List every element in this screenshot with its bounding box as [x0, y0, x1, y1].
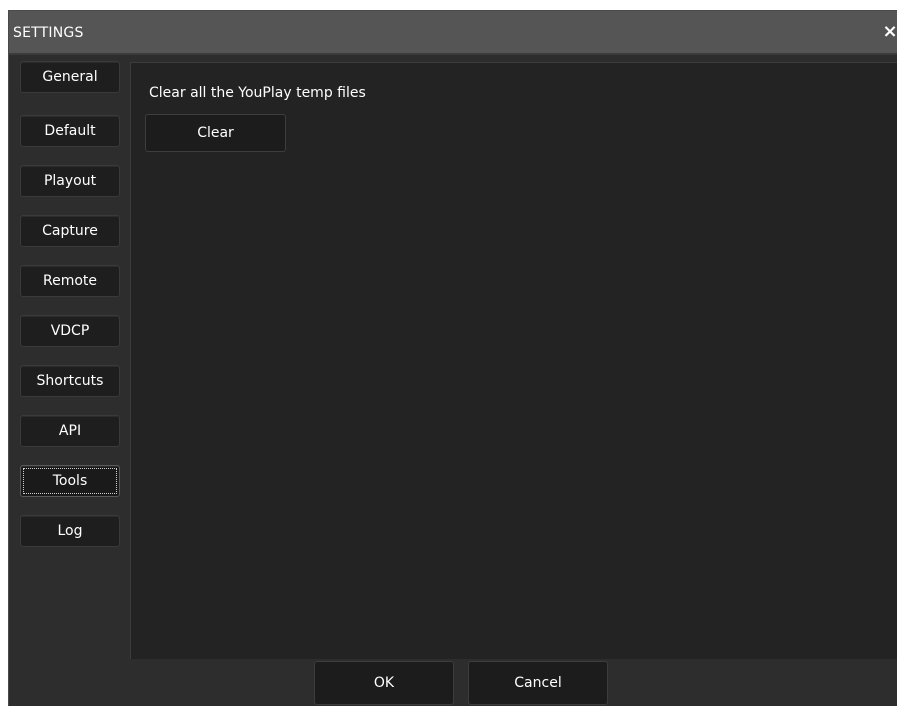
settings-window: SETTINGS × General Default Playout Captu… — [8, 10, 897, 706]
sidebar-item-vdcp[interactable]: VDCP — [20, 315, 120, 347]
ok-button[interactable]: OK — [314, 661, 454, 705]
sidebar-item-playout[interactable]: Playout — [20, 165, 120, 197]
clear-button[interactable]: Clear — [145, 114, 286, 152]
settings-sidebar: General Default Playout Capture Remote V… — [20, 61, 120, 661]
clear-temp-files-label: Clear all the YouPlay temp files — [149, 85, 366, 101]
window-title: SETTINGS — [13, 25, 84, 41]
sidebar-item-capture[interactable]: Capture — [20, 215, 120, 247]
sidebar-item-log[interactable]: Log — [20, 515, 120, 547]
sidebar-item-shortcuts[interactable]: Shortcuts — [20, 365, 120, 397]
sidebar-item-api[interactable]: API — [20, 415, 120, 447]
cancel-button[interactable]: Cancel — [468, 661, 608, 705]
tools-panel: Clear all the YouPlay temp files Clear — [130, 62, 897, 659]
sidebar-item-default[interactable]: Default — [20, 115, 120, 147]
sidebar-item-tools[interactable]: Tools — [20, 465, 120, 497]
sidebar-item-general[interactable]: General — [20, 61, 120, 93]
title-bar: SETTINGS × — [9, 11, 897, 55]
close-icon[interactable]: × — [882, 21, 897, 43]
sidebar-item-remote[interactable]: Remote — [20, 265, 120, 297]
